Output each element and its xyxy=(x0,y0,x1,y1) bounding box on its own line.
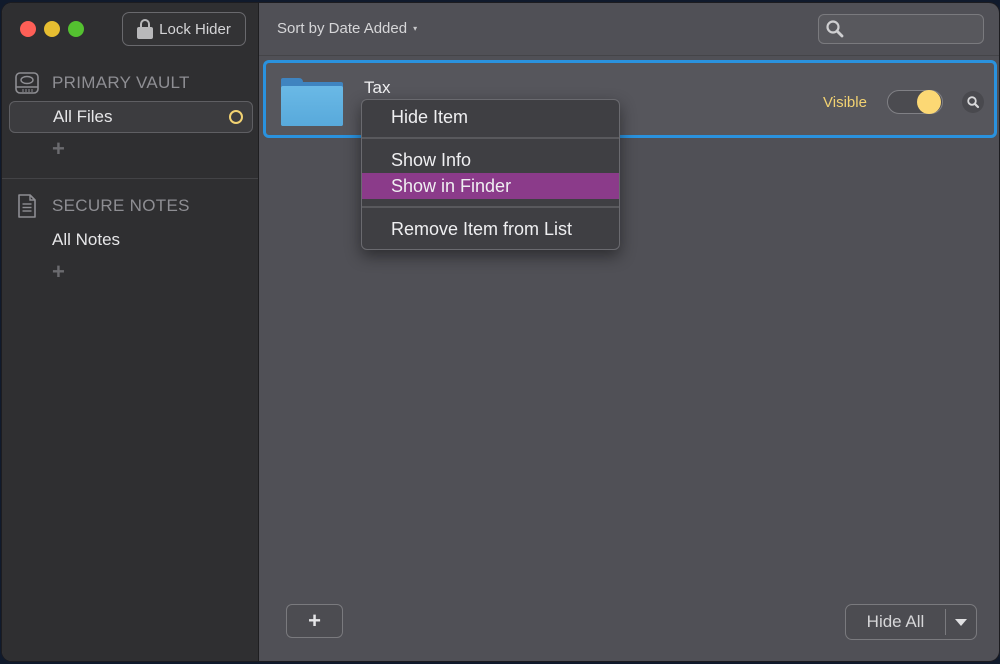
magnifier-icon xyxy=(967,96,980,109)
menu-separator xyxy=(362,137,619,139)
lock-hider-button[interactable]: Lock Hider xyxy=(122,12,246,46)
triangle-down-icon xyxy=(955,618,967,626)
file-name: Tax xyxy=(364,78,391,97)
chevron-down-icon: ▾ xyxy=(413,24,418,33)
minimize-window-button[interactable] xyxy=(44,21,60,37)
visibility-toggle[interactable] xyxy=(887,90,943,114)
toolbar-divider xyxy=(259,55,999,56)
menu-item-hide-item[interactable]: Hide Item xyxy=(362,104,619,130)
close-window-button[interactable] xyxy=(20,21,36,37)
folder-icon xyxy=(281,78,343,126)
toggle-knob xyxy=(917,90,941,114)
search-icon xyxy=(826,20,844,38)
hide-all-button[interactable]: Hide All xyxy=(846,609,946,635)
add-vault-item-button[interactable]: + xyxy=(52,138,65,160)
search-input[interactable] xyxy=(845,20,979,38)
lock-icon xyxy=(137,19,154,39)
sort-dropdown[interactable]: Sort by Date Added ▾ xyxy=(277,20,417,37)
sidebar-divider xyxy=(2,178,258,179)
search-field[interactable] xyxy=(818,14,984,44)
visibility-status-icon xyxy=(229,110,243,124)
drive-icon xyxy=(15,72,39,94)
sort-label: Sort by Date Added xyxy=(277,20,408,37)
add-file-button[interactable]: + xyxy=(286,604,343,638)
section-primary-vault: PRIMARY VAULT xyxy=(14,70,190,96)
hide-all-options-button[interactable] xyxy=(946,605,976,639)
sidebar-item-all-notes[interactable]: All Notes xyxy=(9,225,253,257)
menu-item-remove-from-list[interactable]: Remove Item from List xyxy=(362,216,619,242)
window-controls xyxy=(20,21,84,37)
zoom-window-button[interactable] xyxy=(68,21,84,37)
reveal-in-finder-button[interactable] xyxy=(962,91,984,113)
menu-item-show-info[interactable]: Show Info xyxy=(362,147,619,173)
menu-item-show-in-finder[interactable]: Show in Finder xyxy=(362,173,619,199)
section-title: SECURE NOTES xyxy=(52,196,190,215)
add-note-button[interactable]: + xyxy=(52,261,65,283)
sidebar-item-label: All Notes xyxy=(52,230,121,249)
section-title: PRIMARY VAULT xyxy=(52,73,190,92)
sidebar-item-label: All Files xyxy=(53,107,113,126)
lock-hider-label: Lock Hider xyxy=(159,20,231,38)
sidebar: Lock Hider PRIMARY VAULT All Files + SEC… xyxy=(2,3,259,661)
section-secure-notes: SECURE NOTES xyxy=(14,193,190,219)
hide-all-split-button: Hide All xyxy=(845,604,977,640)
note-icon xyxy=(18,194,36,218)
menu-separator xyxy=(362,206,619,208)
context-menu: Hide Item Show Info Show in Finder Remov… xyxy=(361,99,620,250)
visibility-status-label: Visible xyxy=(823,94,867,111)
sidebar-item-all-files[interactable]: All Files xyxy=(9,101,253,133)
